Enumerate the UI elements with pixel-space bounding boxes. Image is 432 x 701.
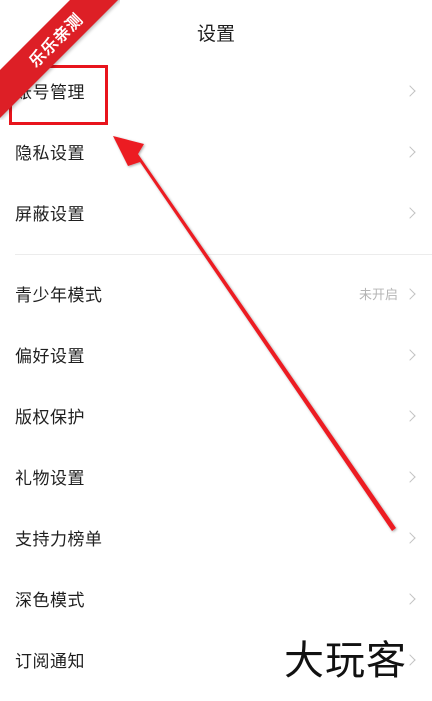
- chevron-right-icon: [404, 145, 416, 158]
- settings-item-preferences[interactable]: 偏好设置: [0, 324, 432, 385]
- settings-item-account[interactable]: 账号管理: [0, 60, 432, 121]
- settings-item-label: 支持力榜单: [15, 530, 103, 550]
- chevron-right-icon: [404, 287, 416, 300]
- settings-item-dark-mode[interactable]: 深色模式: [0, 568, 432, 629]
- chevron-right-icon: [404, 653, 416, 666]
- divider: [15, 254, 432, 255]
- settings-item-value: 未开启: [358, 288, 398, 303]
- page-title: 设置: [196, 22, 235, 45]
- chevron-right-icon: [404, 206, 416, 219]
- settings-item-support-rank[interactable]: 支持力榜单: [0, 507, 432, 568]
- chevron-right-icon: [404, 592, 416, 605]
- settings-item-subscription[interactable]: 订阅通知: [0, 629, 432, 690]
- settings-item-label: 深色模式: [15, 591, 85, 611]
- settings-item-label: 礼物设置: [15, 469, 85, 489]
- settings-list: 账号管理 隐私设置 屏蔽设置 青少年模式 未开启 偏好设置 版权保护 礼物设置 …: [0, 60, 432, 690]
- chevron-right-icon: [404, 409, 416, 422]
- settings-item-label: 账号管理: [15, 83, 85, 103]
- nav-header: 设置: [0, 0, 432, 64]
- chevron-right-icon: [404, 84, 416, 97]
- settings-item-copyright[interactable]: 版权保护: [0, 385, 432, 446]
- settings-item-label: 偏好设置: [15, 347, 85, 367]
- chevron-right-icon: [404, 531, 416, 544]
- settings-item-label: 隐私设置: [15, 144, 85, 164]
- settings-item-label: 青少年模式: [15, 286, 103, 306]
- chevron-right-icon: [404, 470, 416, 483]
- settings-item-label: 屏蔽设置: [15, 205, 85, 225]
- settings-item-label: 版权保护: [15, 408, 85, 428]
- settings-item-label: 订阅通知: [15, 652, 85, 672]
- chevron-right-icon: [404, 348, 416, 361]
- settings-item-block[interactable]: 屏蔽设置: [0, 182, 432, 243]
- group-separator: [0, 243, 432, 263]
- settings-item-privacy[interactable]: 隐私设置: [0, 121, 432, 182]
- settings-item-gifts[interactable]: 礼物设置: [0, 446, 432, 507]
- settings-item-teen-mode[interactable]: 青少年模式 未开启: [0, 263, 432, 324]
